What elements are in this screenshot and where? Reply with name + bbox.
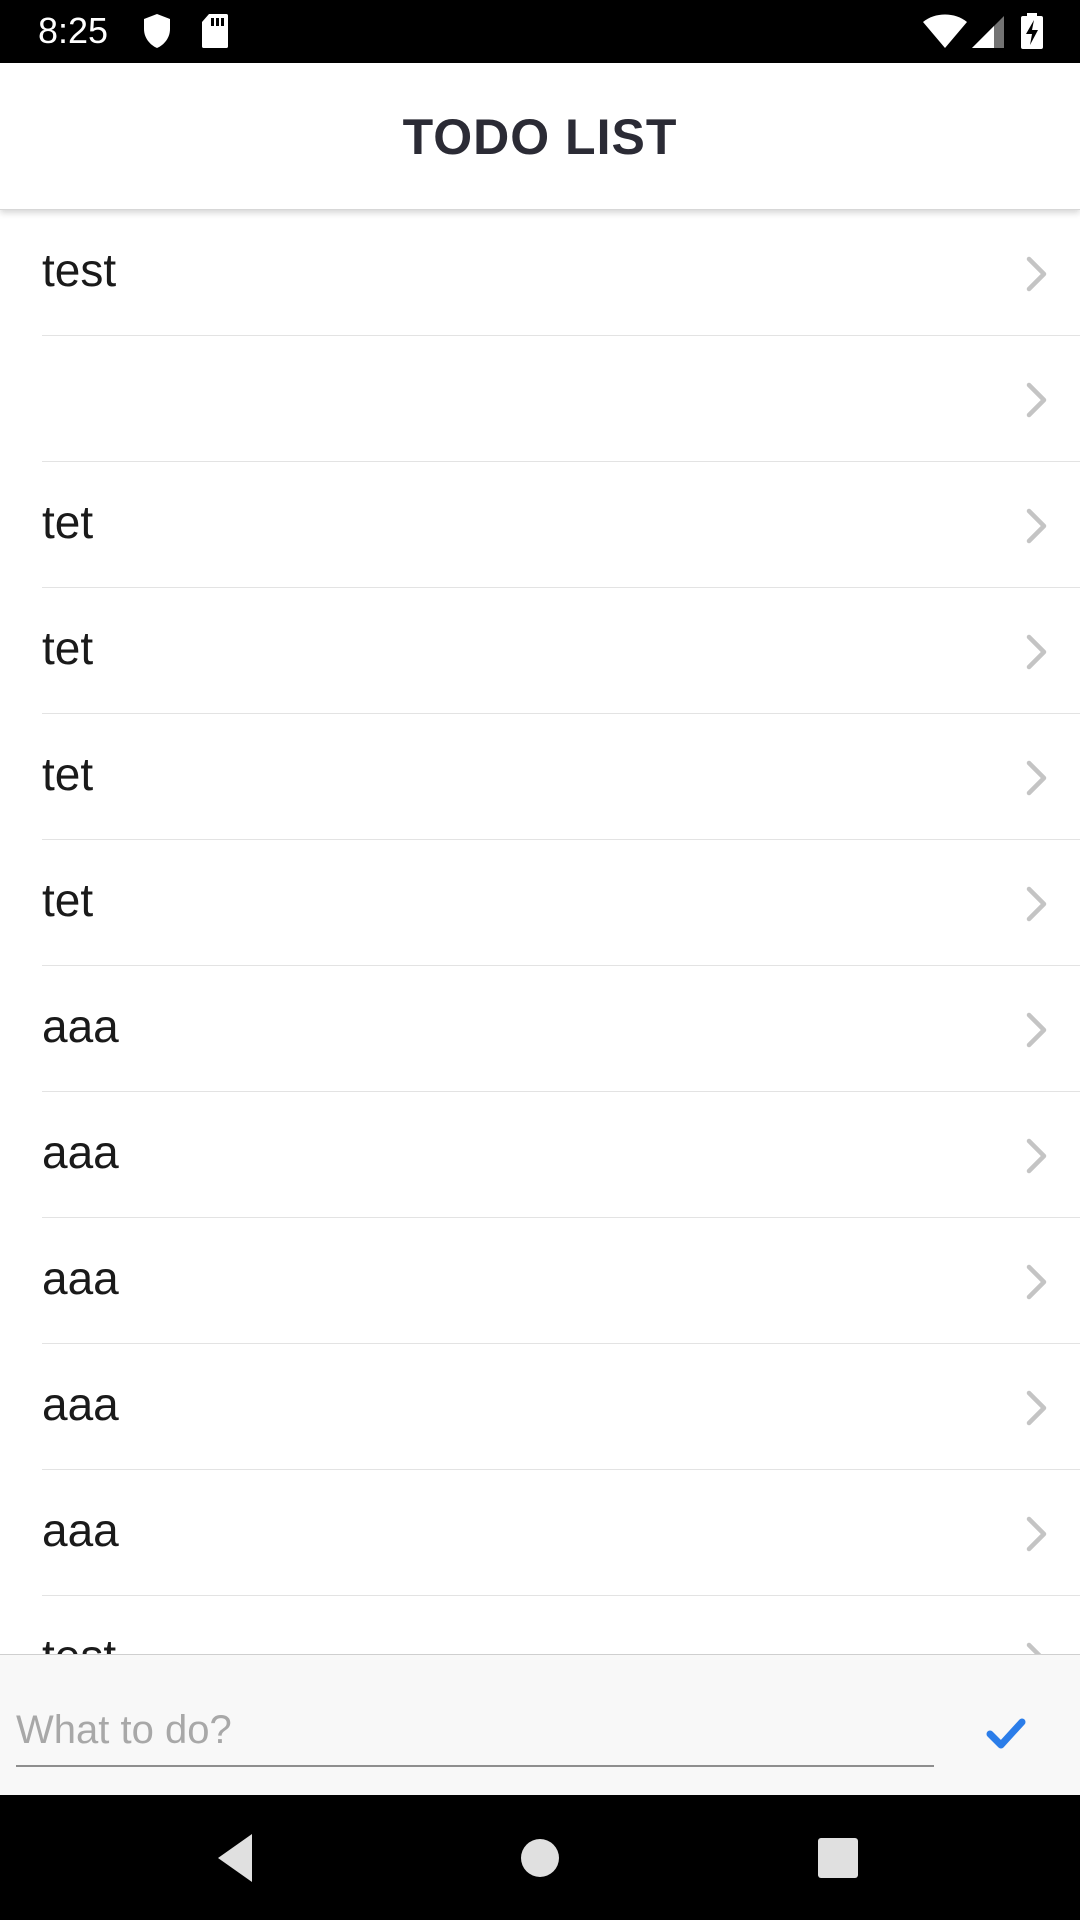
back-icon <box>218 1834 252 1882</box>
screen: 8:25 TODO LIST test tet tet tet tet aaa aaa aaa… <box>0 0 1080 1920</box>
chevron-right-icon <box>1026 382 1047 418</box>
todo-item[interactable]: aaa <box>42 1344 1080 1470</box>
todo-item-label: aaa <box>42 1378 119 1430</box>
chevron-right-icon <box>1026 1516 1047 1552</box>
sd-card-icon <box>202 14 228 48</box>
todo-item[interactable]: tet <box>42 714 1080 840</box>
home-icon <box>521 1839 559 1877</box>
todo-item-label: test <box>42 244 117 296</box>
todo-item[interactable] <box>42 336 1080 462</box>
todo-item[interactable]: tet <box>42 588 1080 714</box>
recents-button[interactable] <box>808 1828 868 1888</box>
todo-item-label: aaa <box>42 1000 119 1052</box>
checkmark-icon <box>986 1718 1026 1748</box>
chevron-right-icon <box>1026 1138 1047 1174</box>
system-nav-bar <box>0 1794 1080 1920</box>
battery-charging-icon <box>1021 13 1043 49</box>
submit-button[interactable] <box>976 1705 1036 1755</box>
status-bar: 8:25 <box>0 0 1080 63</box>
todo-item[interactable]: test <box>42 1596 1080 1654</box>
chevron-right-icon <box>1026 508 1047 544</box>
wifi-icon <box>923 14 967 48</box>
todo-item-label: tet <box>42 622 94 674</box>
todo-item-label: aaa <box>42 1504 119 1556</box>
chevron-right-icon <box>1026 256 1047 292</box>
todo-item[interactable]: test <box>42 210 1080 336</box>
todo-item-label: test <box>42 1628 116 1654</box>
cell-signal-icon <box>972 16 1004 48</box>
todo-list[interactable]: test tet tet tet tet aaa aaa aaa aaa aaa test <box>0 210 1080 1654</box>
input-bar <box>0 1654 1080 1795</box>
recents-icon <box>818 1838 858 1878</box>
todo-item-label: tet <box>42 748 94 800</box>
chevron-right-icon <box>1026 760 1047 796</box>
status-time: 8:25 <box>38 10 109 51</box>
todo-item[interactable]: aaa <box>42 966 1080 1092</box>
chevron-right-icon <box>1026 634 1047 670</box>
todo-item[interactable]: aaa <box>42 1218 1080 1344</box>
todo-item[interactable]: aaa <box>42 1092 1080 1218</box>
back-button[interactable] <box>210 1828 270 1888</box>
todo-item-label: tet <box>42 874 94 926</box>
chevron-right-icon <box>1026 1012 1047 1048</box>
shield-icon <box>144 14 170 48</box>
home-button[interactable] <box>510 1828 570 1888</box>
page-title: TODO LIST <box>402 109 678 165</box>
todo-item[interactable]: tet <box>42 840 1080 966</box>
todo-item-label: tet <box>42 496 94 548</box>
chevron-right-icon <box>1026 1390 1047 1426</box>
todo-item-label: aaa <box>42 1126 119 1178</box>
todo-item[interactable]: aaa <box>42 1470 1080 1596</box>
todo-input[interactable] <box>16 1695 934 1767</box>
app-header: TODO LIST <box>0 63 1080 210</box>
todo-item-label: aaa <box>42 1252 119 1304</box>
chevron-right-icon <box>1026 1642 1042 1654</box>
chevron-right-icon <box>1026 886 1047 922</box>
todo-item[interactable]: tet <box>42 462 1080 588</box>
chevron-right-icon <box>1026 1264 1047 1300</box>
